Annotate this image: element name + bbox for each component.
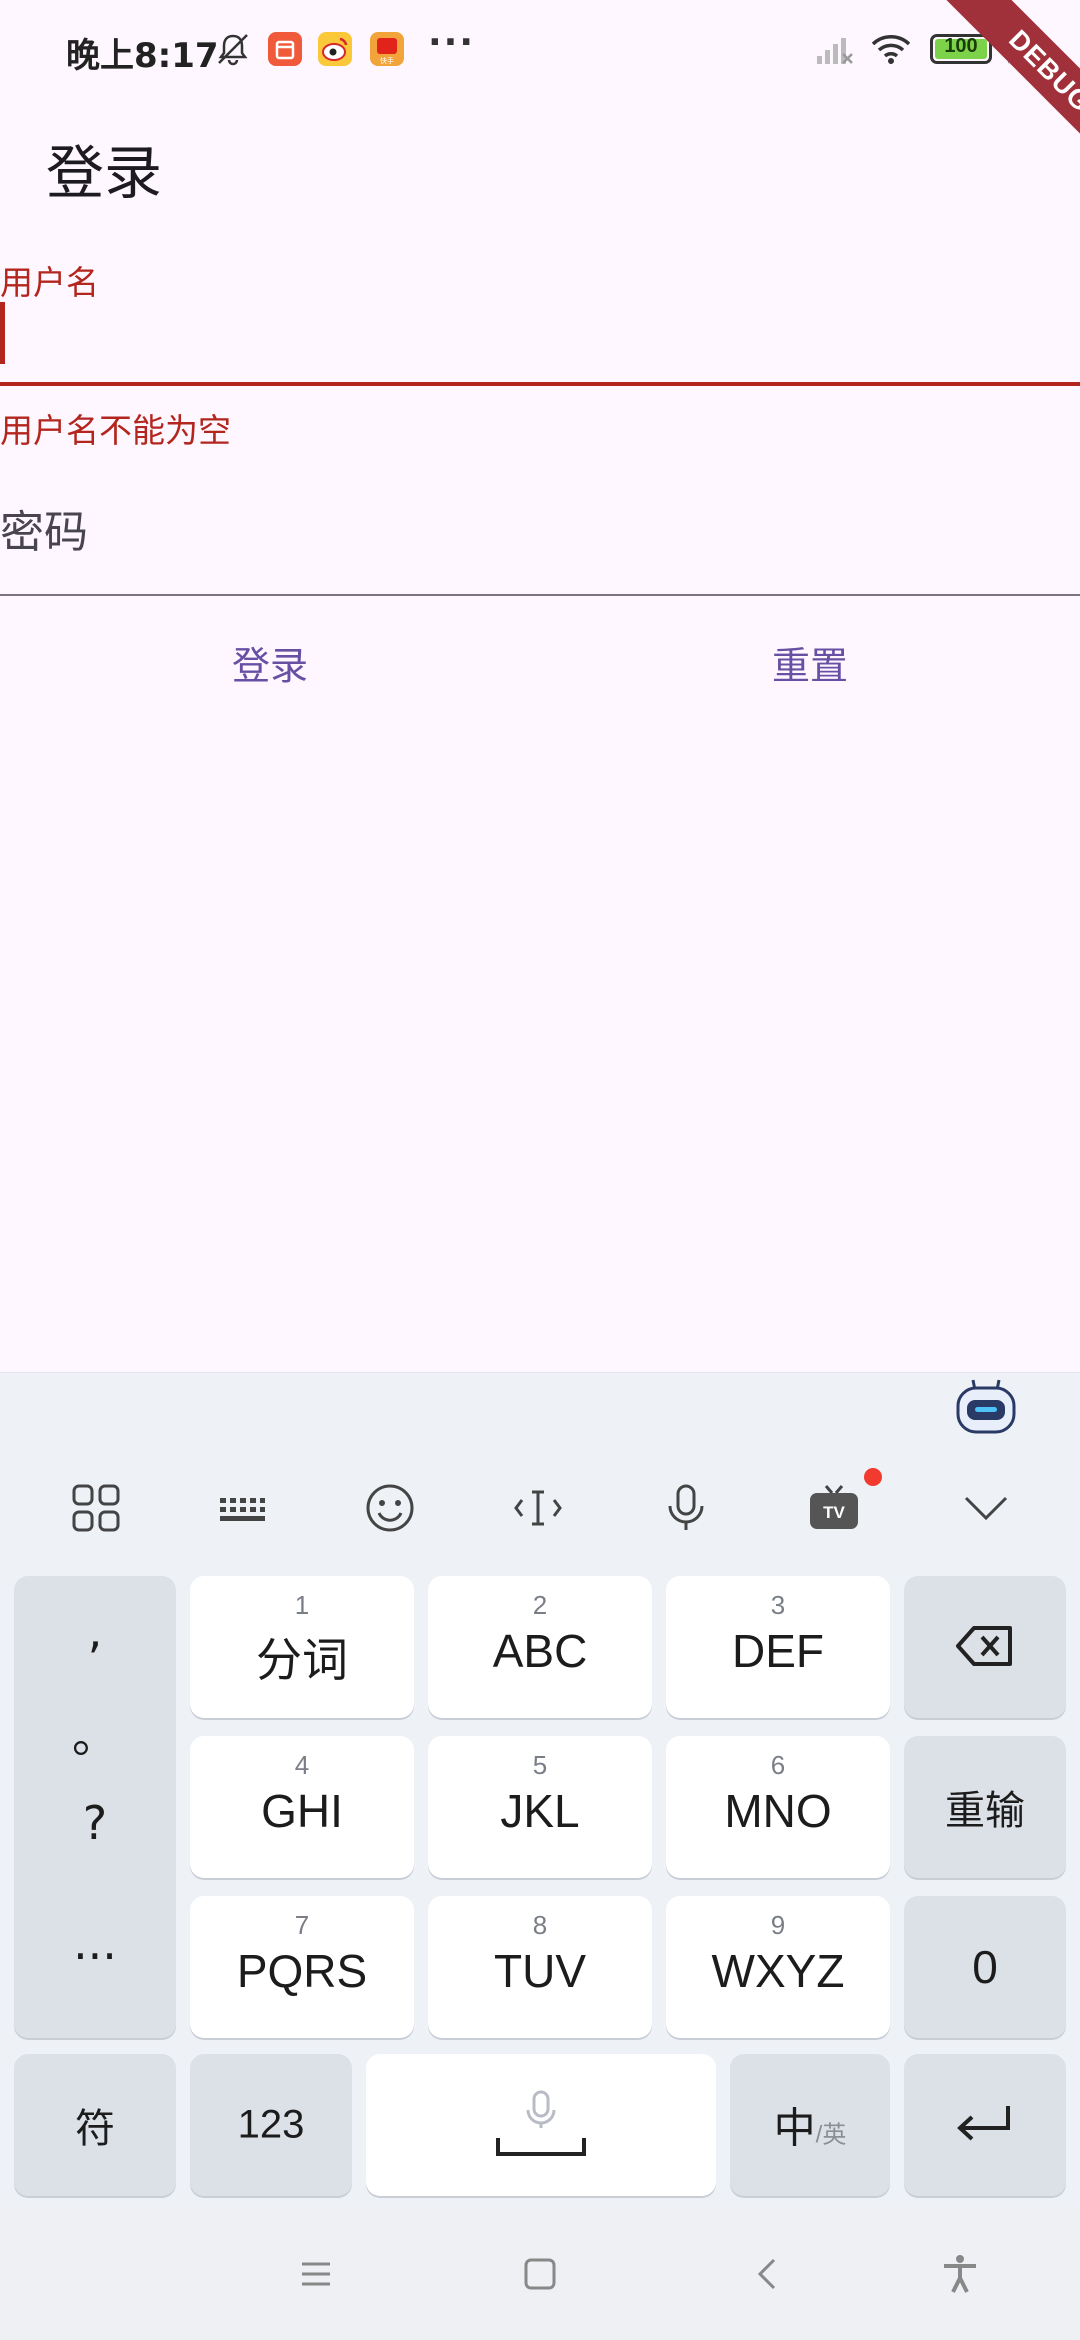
numbers-key[interactable]: 123 (190, 2054, 352, 2196)
tv-icon[interactable]: TV (806, 1480, 862, 1536)
battery-indicator: 100 (930, 34, 992, 64)
username-error-text: 用户名不能为空 (0, 411, 231, 450)
grid-icon[interactable] (68, 1480, 124, 1536)
key-3[interactable]: 3 DEF (666, 1576, 890, 1718)
password-underline (0, 594, 1080, 596)
punct-ellipsis[interactable]: ... (14, 1916, 176, 1970)
key-1[interactable]: 1 分词 (190, 1576, 414, 1718)
key-2[interactable]: 2 ABC (428, 1576, 652, 1718)
svg-text:TV: TV (823, 1503, 845, 1522)
keyboard-icon[interactable] (214, 1480, 270, 1536)
symbols-key[interactable]: 符 (14, 2054, 176, 2196)
key-9[interactable]: 9 WXYZ (666, 1896, 890, 2038)
backspace-icon (956, 1626, 1012, 1666)
password-hint: 密码 (0, 507, 88, 558)
backspace-key[interactable] (904, 1576, 1066, 1718)
battery-level: 100 (944, 35, 978, 57)
key-0[interactable]: 0 (904, 1896, 1066, 2038)
app-notification-icon-2: 快手 (370, 32, 404, 66)
key-7[interactable]: 7 PQRS (190, 1896, 414, 2038)
status-bar: 晚上8:17 快手 ··· 100 (0, 0, 1080, 100)
punctuation-key-column[interactable]: , 。 ? ... (14, 1576, 176, 2038)
enter-key[interactable] (904, 2054, 1066, 2196)
notification-dot (864, 1468, 882, 1486)
language-switch-key[interactable]: 中/英 (730, 2054, 890, 2196)
collapse-chevron-icon[interactable] (958, 1480, 1014, 1536)
lang-alt-label: /英 (815, 2121, 847, 2149)
lang-main-label: 中 (773, 2104, 816, 2152)
accessibility-icon[interactable] (938, 2252, 982, 2296)
cursor-icon[interactable] (510, 1480, 566, 1536)
username-underline (0, 382, 1080, 386)
weibo-icon (318, 32, 352, 66)
text-cursor (0, 302, 5, 364)
keyboard-mascot-icon[interactable] (955, 1378, 1017, 1436)
svg-text:快手: 快手 (380, 56, 394, 65)
space-key[interactable] (366, 2054, 716, 2196)
home-icon[interactable] (518, 2252, 562, 2296)
enter-icon (957, 2106, 1010, 2141)
more-notifications: ··· (428, 22, 476, 63)
login-button[interactable]: 登录 (170, 636, 370, 696)
key-8[interactable]: 8 TUV (428, 1896, 652, 2038)
username-label: 用户名 (0, 263, 99, 302)
emoji-icon[interactable] (362, 1480, 418, 1536)
wifi-icon (871, 35, 911, 64)
punct-comma[interactable]: , (14, 1604, 176, 1658)
microphone-icon[interactable] (658, 1480, 714, 1536)
app-notification-icon (268, 32, 302, 66)
key-5[interactable]: 5 JKL (428, 1736, 652, 1878)
space-mic-icon (496, 2090, 586, 2156)
key-6[interactable]: 6 MNO (666, 1736, 890, 1878)
status-time: 晚上8:17 (66, 36, 219, 76)
key-4[interactable]: 4 GHI (190, 1736, 414, 1878)
signal-icon (817, 38, 853, 64)
reenter-key[interactable]: 重输 (904, 1736, 1066, 1878)
reset-button[interactable]: 重置 (710, 636, 910, 696)
back-icon[interactable] (746, 2252, 790, 2296)
punct-period[interactable]: 。 (14, 1700, 176, 1766)
page-title: 登录 (46, 139, 163, 207)
punct-question[interactable]: ? (14, 1796, 176, 1850)
mute-icon (218, 34, 248, 66)
menu-icon[interactable] (294, 2252, 338, 2296)
